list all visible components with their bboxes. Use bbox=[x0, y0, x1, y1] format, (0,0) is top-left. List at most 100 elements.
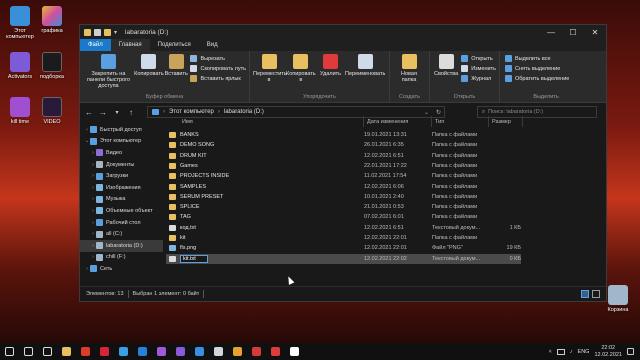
select-all-button[interactable]: Выделить все bbox=[505, 55, 569, 62]
breadcrumb-item[interactable]: Этот компьютер bbox=[169, 109, 214, 115]
file-row[interactable]: код.txt 12.02.2021 6:51 Текстовый докум...… bbox=[166, 223, 521, 233]
taskbar-button[interactable] bbox=[76, 343, 95, 360]
up-button[interactable]: ↑ bbox=[127, 108, 135, 117]
file-row[interactable]: kit.txt 12.02.2021 22:02 Текстовый докум..… bbox=[166, 253, 521, 264]
nav-item[interactable]: › Видео bbox=[80, 147, 163, 159]
open-button[interactable]: Открыть bbox=[461, 55, 496, 62]
nav-item[interactable]: › Объемные объект bbox=[80, 205, 163, 217]
taskbar-button[interactable] bbox=[247, 343, 266, 360]
cut-button[interactable]: Вырезать bbox=[190, 55, 246, 62]
nav-item[interactable]: › chill (F:) bbox=[80, 252, 163, 264]
taskbar-button[interactable] bbox=[190, 343, 209, 360]
large-icons-view-icon[interactable] bbox=[592, 290, 600, 298]
taskbar-button[interactable] bbox=[266, 343, 285, 360]
nav-item-label: Этот компьютер bbox=[100, 138, 142, 145]
taskbar-button[interactable] bbox=[133, 343, 152, 360]
taskbar-button[interactable] bbox=[0, 343, 19, 360]
nav-item[interactable]: › Сеть bbox=[80, 263, 163, 275]
chevron-down-icon[interactable]: ▾ bbox=[114, 29, 117, 36]
column-header-modified[interactable]: Дата изменения bbox=[364, 116, 432, 127]
nav-item[interactable]: › Изображения bbox=[80, 182, 163, 194]
file-row[interactable]: DRUM KIT 12.02.2021 6:51 Папка с файлами bbox=[166, 151, 521, 161]
tab-share[interactable]: Поделиться bbox=[150, 39, 199, 51]
network-icon bbox=[90, 265, 97, 273]
rename-button[interactable]: Переименовать bbox=[344, 54, 386, 77]
properties-icon[interactable] bbox=[94, 28, 101, 36]
file-type: Папка с файлами bbox=[432, 183, 478, 190]
recent-locations-button[interactable]: ▾ bbox=[113, 109, 121, 116]
copy-to-button[interactable]: Копировать в bbox=[285, 54, 317, 83]
nav-item[interactable]: › Рабочий стол bbox=[80, 217, 163, 229]
tab-file[interactable]: Файл bbox=[80, 39, 111, 51]
paste-shortcut-button[interactable]: Вставить ярлык bbox=[190, 75, 246, 82]
network-icon[interactable] bbox=[556, 348, 565, 355]
clock[interactable]: 22:02 12.02.2021 bbox=[594, 345, 622, 358]
desktop-icon-podborka[interactable]: подборка bbox=[32, 52, 72, 80]
language-indicator[interactable]: ENG bbox=[578, 349, 590, 355]
notifications-icon[interactable] bbox=[627, 348, 634, 355]
breadcrumb-item[interactable]: labaratoria (D:) bbox=[224, 109, 264, 115]
rename-input[interactable]: kit.txt bbox=[180, 254, 208, 263]
chevron-down-icon[interactable]: ⌄ bbox=[424, 109, 432, 116]
file-size: 0 КБ bbox=[509, 255, 521, 262]
file-row[interactable]: SAMPLES 12.02.2021 6:06 Папка с файлами bbox=[166, 182, 521, 192]
column-header-name[interactable]: Имя bbox=[166, 116, 364, 127]
file-row[interactable]: fls.png 12.02.2021 22:01 Файл "PNG" 19 КБ bbox=[166, 243, 521, 253]
text-file-icon bbox=[169, 255, 176, 262]
nav-item[interactable]: › Загрузки bbox=[80, 170, 163, 182]
taskbar-button[interactable] bbox=[228, 343, 247, 360]
nav-item-label: Видео bbox=[106, 149, 123, 156]
delete-button[interactable]: Удалить bbox=[317, 54, 345, 77]
tab-view[interactable]: Вид bbox=[199, 39, 226, 51]
taskbar-button[interactable] bbox=[152, 343, 171, 360]
nav-item[interactable]: ⌄ Этот компьютер bbox=[80, 136, 163, 148]
taskbar-button[interactable] bbox=[285, 343, 304, 360]
back-button[interactable]: ← bbox=[85, 108, 93, 117]
taskbar-button[interactable] bbox=[57, 343, 76, 360]
file-row[interactable]: SERUM PRESET 10.01.2021 2:40 Папка с файла… bbox=[166, 192, 521, 202]
paste-button[interactable]: Вставить bbox=[164, 54, 188, 77]
column-header-size[interactable]: Размер bbox=[489, 116, 523, 127]
volume-icon[interactable]: ♪ bbox=[570, 349, 573, 355]
file-row[interactable]: DEMO SONG 26.01.2021 6:35 Папка с файлами bbox=[166, 140, 521, 150]
nav-item[interactable]: › Музыка bbox=[80, 194, 163, 206]
history-button[interactable]: Журнал bbox=[461, 75, 496, 82]
nav-item[interactable]: › Быстрый доступ bbox=[80, 124, 163, 136]
file-row[interactable]: PROJECTS INSIDE 11.02.2021 17:54 Папка с ф… bbox=[166, 171, 521, 181]
desktop-icon-video[interactable]: VIDEO bbox=[32, 97, 72, 125]
taskbar-button[interactable] bbox=[95, 343, 114, 360]
file-row[interactable]: SPLICE 21.01.2021 0:53 Папка с файлами bbox=[166, 202, 521, 212]
chevron-up-icon[interactable]: ˄ bbox=[549, 349, 552, 355]
new-folder-icon[interactable] bbox=[104, 28, 111, 36]
nav-item[interactable]: › all (C:) bbox=[80, 228, 163, 240]
invert-selection-button[interactable]: Обратить выделение bbox=[505, 75, 569, 82]
taskbar-button[interactable] bbox=[209, 343, 228, 360]
copy-path-button[interactable]: Скопировать путь bbox=[190, 65, 246, 72]
forward-button[interactable]: → bbox=[99, 108, 107, 117]
file-row[interactable]: Games 22.01.2021 17:22 Папка с файлами bbox=[166, 161, 521, 171]
move-to-button[interactable]: Переместить в bbox=[253, 54, 287, 83]
properties-button[interactable]: Свойства bbox=[433, 54, 459, 77]
desktop-icon-graphics[interactable]: графика bbox=[32, 6, 72, 34]
new-folder-button[interactable]: Новая папка bbox=[393, 54, 425, 83]
nav-item[interactable]: › Документы bbox=[80, 159, 163, 171]
taskbar-button[interactable] bbox=[114, 343, 133, 360]
edit-button[interactable]: Изменить bbox=[461, 65, 496, 72]
minimize-button[interactable]: — bbox=[540, 28, 562, 37]
file-row[interactable]: TAG 07.02.2021 6:01 Папка с файлами bbox=[166, 212, 521, 222]
file-row[interactable]: kit 12.02.2021 22:01 Папка с файлами bbox=[166, 233, 521, 243]
file-row[interactable]: BANKS 19.01.2021 13:31 Папка с файлами bbox=[166, 130, 521, 140]
details-view-icon[interactable] bbox=[581, 290, 589, 298]
maximize-button[interactable]: ☐ bbox=[562, 28, 584, 37]
tab-home[interactable]: Главная bbox=[110, 39, 150, 51]
taskbar-button[interactable] bbox=[19, 343, 38, 360]
copy-button[interactable]: Копировать bbox=[134, 54, 164, 77]
taskbar-button[interactable] bbox=[171, 343, 190, 360]
nav-item[interactable]: › labaratoria (D:) bbox=[80, 239, 163, 252]
select-none-button[interactable]: Снять выделение bbox=[505, 65, 569, 72]
refresh-icon[interactable]: ↻ bbox=[436, 109, 444, 116]
column-header-type[interactable]: Тип bbox=[432, 116, 489, 127]
taskbar-button[interactable] bbox=[38, 343, 57, 360]
pin-button[interactable]: Закрепить на панели быстрого доступа bbox=[83, 54, 134, 89]
close-button[interactable]: ✕ bbox=[584, 28, 606, 37]
